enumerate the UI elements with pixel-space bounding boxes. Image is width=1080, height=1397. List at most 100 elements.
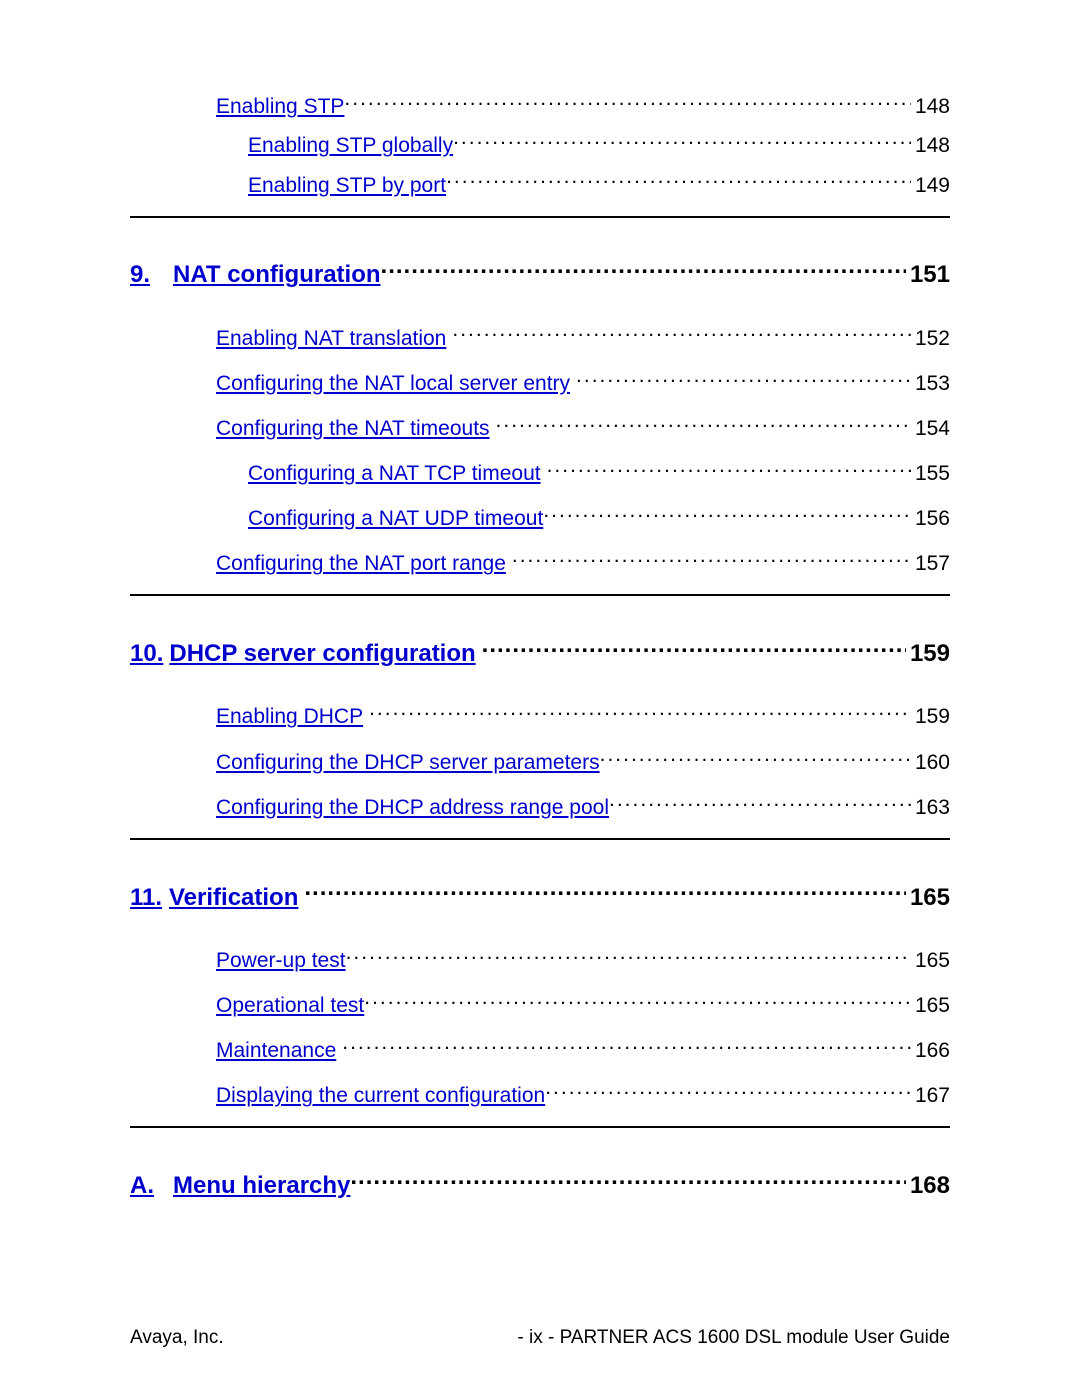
toc-chapter: 9. NAT configuration 151 Enabling NAT tr… [130, 254, 950, 577]
toc-page-number: 163 [911, 796, 950, 820]
toc-link[interactable]: Enabling NAT translation [216, 327, 446, 351]
toc-chapter: A. Menu hierarchy 168 [130, 1164, 950, 1200]
toc-leader [452, 319, 911, 344]
toc-page-number: 168 [906, 1172, 950, 1200]
section-divider [130, 1126, 950, 1128]
footer-left: Avaya, Inc. [130, 1327, 224, 1349]
toc-page-number: 156 [911, 507, 950, 531]
toc-leader [453, 127, 911, 152]
toc-chapter-link[interactable]: DHCP server configuration [169, 640, 475, 668]
toc-chapter-heading: A. Menu hierarchy 168 [130, 1164, 950, 1200]
toc-chapter-number: 10. [130, 640, 163, 668]
toc-leader [512, 545, 911, 570]
footer-right: - ix - PARTNER ACS 1600 DSL module User … [517, 1327, 950, 1349]
toc-entry: Enabling NAT translation 152 [216, 319, 950, 350]
toc-entry: Configuring the NAT port range 157 [216, 545, 950, 576]
toc-link[interactable]: Maintenance [216, 1039, 336, 1063]
toc-page-number: 151 [906, 261, 950, 289]
toc-chapter: 11. Verification 165 Power-up test 165 O… [130, 876, 950, 1109]
toc-link[interactable]: Configuring a NAT TCP timeout [248, 462, 541, 486]
toc-entry: Configuring the DHCP server parameters 1… [216, 743, 950, 774]
toc-entry: Configuring a NAT UDP timeout 156 [248, 500, 950, 531]
toc-entry: Operational test 165 [216, 987, 950, 1018]
toc-page-number: 165 [911, 949, 950, 973]
toc-entry: Power-up test 165 [216, 942, 950, 973]
toc-chapter-heading: 11. Verification 165 [130, 876, 950, 912]
toc-leader [381, 254, 906, 283]
toc-page-number: 148 [911, 95, 950, 119]
toc-link[interactable]: Configuring the DHCP server parameters [216, 751, 600, 775]
toc-chapter-entries: Enabling DHCP 159 Configuring the DHCP s… [130, 698, 950, 820]
toc-page-number: 153 [911, 372, 950, 396]
toc-link[interactable]: Displaying the current configuration [216, 1084, 545, 1108]
toc-leader [342, 1032, 911, 1057]
toc-leader [304, 876, 906, 905]
toc-page-number: 165 [911, 994, 950, 1018]
toc-page-number: 154 [911, 417, 950, 441]
section-divider [130, 838, 950, 840]
toc-link[interactable]: Operational test [216, 994, 364, 1018]
toc-link[interactable]: Enabling STP [216, 95, 344, 119]
toc-leader [545, 1077, 911, 1102]
toc-page-number: 165 [906, 884, 950, 912]
toc-content: Enabling STP 148 Enabling STP globally 1… [130, 88, 950, 1200]
toc-page-number: 155 [911, 462, 950, 486]
toc-link[interactable]: Power-up test [216, 949, 346, 973]
toc-link[interactable]: Configuring the NAT local server entry [216, 372, 570, 396]
toc-leader [609, 789, 911, 814]
toc-leader [364, 987, 911, 1012]
toc-leader [482, 632, 906, 661]
toc-entry: Displaying the current configuration 167 [216, 1077, 950, 1108]
toc-page-number: 157 [911, 552, 950, 576]
toc-page-number: 149 [911, 174, 950, 198]
toc-leader [547, 455, 911, 480]
toc-link[interactable]: Configuring the DHCP address range pool [216, 796, 609, 820]
toc-link[interactable]: Configuring the NAT timeouts [216, 417, 490, 441]
toc-chapter-entries: Enabling NAT translation 152 Configuring… [130, 319, 950, 576]
toc-chapter-link[interactable]: Menu hierarchy [173, 1172, 350, 1200]
page: Enabling STP 148 Enabling STP globally 1… [0, 0, 1080, 1397]
initial-entries: Enabling STP 148 Enabling STP globally 1… [130, 88, 950, 198]
toc-chapter-number: 9. [130, 261, 163, 289]
toc-link[interactable]: Configuring the NAT port range [216, 552, 506, 576]
toc-leader [369, 698, 911, 723]
toc-entry: Configuring the NAT local server entry 1… [216, 365, 950, 396]
toc-link[interactable]: Enabling STP globally [248, 134, 453, 158]
toc-leader [346, 942, 911, 967]
toc-leader [576, 365, 911, 390]
toc-chapter-number: 11. [130, 884, 163, 912]
toc-page-number: 159 [911, 705, 950, 729]
toc-chapter-link[interactable]: Verification [169, 884, 298, 912]
toc-entry: Configuring a NAT TCP timeout 155 [248, 455, 950, 486]
page-footer: Avaya, Inc. - ix - PARTNER ACS 1600 DSL … [130, 1327, 950, 1349]
toc-chapter: 10. DHCP server configuration 159 Enabli… [130, 632, 950, 819]
toc-leader [350, 1164, 906, 1193]
toc-chapter-heading: 9. NAT configuration 151 [130, 254, 950, 290]
toc-entry: Configuring the DHCP address range pool … [216, 789, 950, 820]
toc-chapter-entries: Power-up test 165 Operational test 165 M… [130, 942, 950, 1109]
toc-chapter-number: A. [130, 1172, 163, 1200]
toc-entry: Configuring the NAT timeouts 154 [216, 410, 950, 441]
toc-page-number: 152 [911, 327, 950, 351]
toc-leader [446, 166, 911, 191]
toc-leader [543, 500, 911, 525]
toc-entry: Enabling DHCP 159 [216, 698, 950, 729]
toc-page-number: 148 [911, 134, 950, 158]
toc-link[interactable]: Configuring a NAT UDP timeout [248, 507, 543, 531]
toc-chapter-link[interactable]: NAT configuration [173, 261, 381, 289]
toc-page-number: 159 [906, 640, 950, 668]
section-divider [130, 594, 950, 596]
toc-leader [344, 88, 911, 113]
toc-link[interactable]: Enabling DHCP [216, 705, 363, 729]
toc-link[interactable]: Enabling STP by port [248, 174, 446, 198]
toc-entry: Enabling STP 148 [216, 88, 950, 119]
toc-page-number: 160 [911, 751, 950, 775]
toc-chapter-heading: 10. DHCP server configuration 159 [130, 632, 950, 668]
toc-entry: Enabling STP globally 148 [248, 127, 950, 158]
toc-entry: Enabling STP by port 149 [248, 166, 950, 197]
toc-leader [496, 410, 911, 435]
toc-entry: Maintenance 166 [216, 1032, 950, 1063]
toc-page-number: 166 [911, 1039, 950, 1063]
toc-page-number: 167 [911, 1084, 950, 1108]
section-divider [130, 216, 950, 218]
